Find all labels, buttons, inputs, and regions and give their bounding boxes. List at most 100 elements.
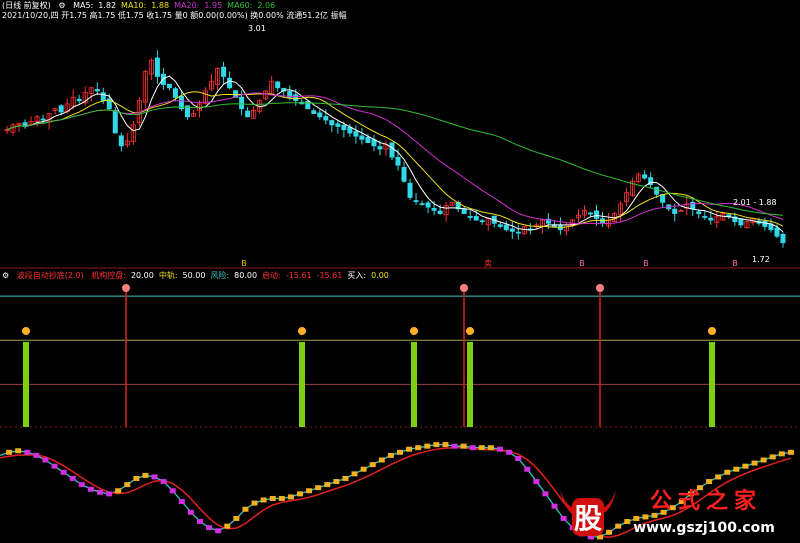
candle-body (413, 200, 419, 202)
oscillator-dot (115, 488, 122, 494)
candle-body (293, 94, 299, 102)
info-line: 2021/10/20,四 开1.75 高1.75 低1.75 收1.75 量0 … (2, 11, 347, 20)
oscillator-dot (42, 457, 49, 463)
oscillator-dot (69, 475, 76, 481)
indicator-legend-item: 中轨: (158, 271, 178, 280)
indicator-legend-item: 80.00 (234, 271, 258, 280)
oscillator-dot (124, 482, 131, 488)
oscillator-dot (306, 488, 313, 494)
ma-legend-item: MA60: (227, 1, 253, 10)
oscillator-dot (369, 462, 376, 468)
logo-char: 股 (574, 502, 602, 535)
candle-body (395, 156, 401, 166)
oscillator-dot (324, 482, 331, 488)
oscillator-dot (760, 457, 767, 463)
oscillator-dot (187, 509, 194, 515)
buy-marker (708, 327, 716, 335)
candle-body (58, 105, 64, 113)
buy-marker (22, 327, 30, 335)
candle-body (227, 77, 233, 89)
sell-marker (122, 284, 130, 292)
oscillator-dot (478, 445, 485, 451)
indicator-level-lines (0, 295, 800, 385)
oscillator-dot (215, 528, 222, 534)
candle-body (166, 83, 172, 89)
oscillator-dot (60, 469, 67, 475)
candle-body (341, 124, 347, 131)
indicator-legend-item: 启动: (262, 271, 281, 280)
candle-body (708, 217, 714, 221)
candle-body (515, 231, 521, 234)
candle-body (377, 146, 383, 150)
candle-body (317, 112, 323, 118)
candle-body (359, 135, 365, 140)
gear-icon[interactable]: ⚙ (58, 1, 65, 10)
oscillator-dot (778, 451, 785, 457)
oscillator-dot (442, 442, 449, 448)
oscillator-dot (460, 443, 467, 449)
oscillator-dot (733, 466, 740, 472)
ma-legend-item: MA10: (121, 1, 147, 10)
candle-body (642, 174, 648, 179)
oscillator-dot (133, 475, 140, 481)
indicator-legend-item: 风险: (210, 271, 230, 280)
oscillator-dot (415, 445, 422, 451)
oscillator-dot (233, 515, 240, 521)
candle-body (437, 210, 443, 215)
candle-body (221, 66, 227, 77)
candle-body (762, 220, 768, 227)
security-name: (日线 前复权) (2, 1, 51, 10)
oscillator-dot (769, 454, 776, 460)
candle-body (365, 136, 371, 144)
oscillator-dot (469, 445, 476, 451)
candle-body (335, 123, 341, 127)
candle-body (780, 233, 786, 244)
oscillator-dot (278, 495, 285, 501)
signal-bars (22, 284, 716, 427)
ma-legend-item: MA20: (174, 1, 200, 10)
signal-marker: B (579, 259, 585, 268)
oscillator-dot (751, 460, 758, 466)
candle-body (431, 208, 437, 211)
candle-body (389, 142, 395, 158)
candle-body (509, 228, 515, 232)
buy-marker (466, 327, 474, 335)
candle-body (154, 57, 160, 77)
oscillator-dot (78, 482, 85, 488)
oscillator-dot (178, 499, 185, 505)
oscillator-dot (533, 479, 540, 485)
oscillator-dot (360, 466, 367, 472)
candle-body (329, 120, 335, 126)
oscillator-dot (542, 491, 549, 497)
candle-body (353, 131, 359, 137)
gear-icon[interactable]: ⚙ (2, 271, 9, 280)
oscillator-dot (33, 452, 40, 458)
oscillator-dot (387, 452, 394, 458)
indicator-legend-item: 20.00 (130, 271, 154, 280)
candle-body (467, 216, 473, 218)
indicator-legend-item: 买入: (347, 271, 367, 280)
oscillator-dot (242, 506, 249, 512)
oscillator-dot (351, 471, 358, 477)
oscillator-dot (269, 495, 276, 501)
candle-body (311, 110, 317, 114)
oscillator-dot (506, 449, 513, 455)
high-price-label: 3.01 (248, 24, 266, 33)
oscillator-dot (6, 449, 13, 455)
candle-body (419, 203, 425, 206)
candle-body (275, 81, 281, 89)
ma-legend-value: 2.06 (257, 1, 276, 10)
candle-body (672, 208, 678, 214)
candle-body (118, 135, 124, 147)
candle-body (407, 182, 413, 198)
candle-body (660, 194, 666, 203)
oscillator-dot (224, 523, 231, 529)
oscillator-dot (106, 491, 113, 497)
oscillator-dot (715, 474, 722, 480)
oscillator-dot (333, 479, 340, 485)
candle-body (94, 89, 100, 92)
buy-marker (298, 327, 306, 335)
candle-body (239, 96, 245, 110)
oscillator-dot (251, 500, 258, 506)
oscillator-dot (169, 488, 176, 494)
